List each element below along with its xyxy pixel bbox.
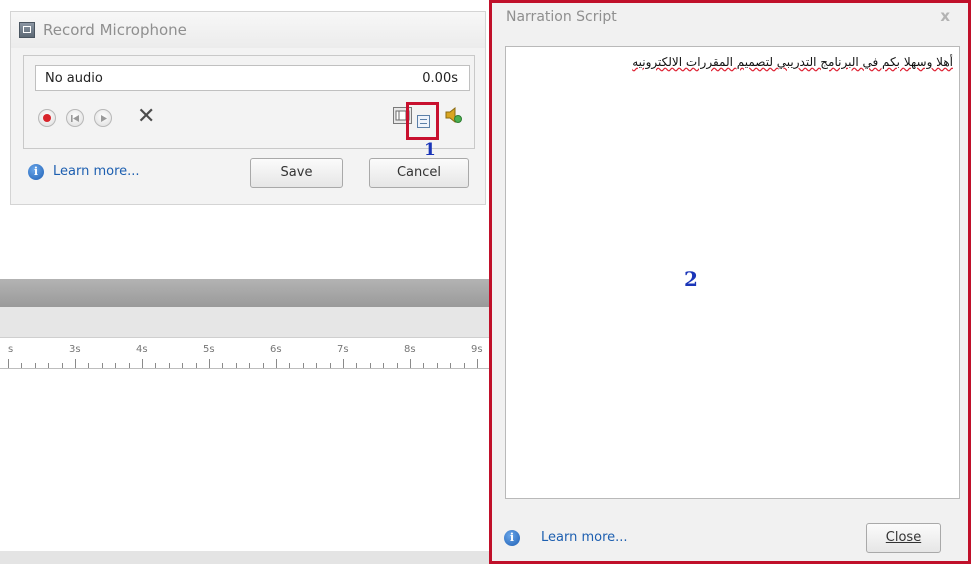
speaker-icon[interactable] — [444, 105, 462, 125]
ruler-label: 8s — [404, 344, 416, 355]
record-panel-title: Record Microphone — [43, 21, 187, 39]
ruler-tick — [168, 363, 170, 368]
horizontal-scrollbar[interactable] — [0, 551, 490, 564]
play-button[interactable] — [94, 109, 112, 127]
callout-number-2: 2 — [684, 267, 698, 291]
record-icon — [43, 114, 51, 122]
record-title-bar: Record Microphone — [11, 12, 485, 48]
callout-number-1: 1 — [424, 140, 436, 160]
narration-script-text: أهلا وسهلا بكم في البرنامج التدريبي لتصم… — [632, 55, 953, 69]
ruler-tick — [343, 359, 344, 368]
close-button[interactable]: Close — [866, 523, 941, 553]
ruler-tick — [410, 359, 411, 368]
narration-script-panel: Narration Script x أهلا وسهلا بكم في الب… — [489, 0, 971, 564]
ruler-label: 6s — [270, 344, 282, 355]
narration-script-button-highlight[interactable] — [406, 102, 439, 140]
record-controls-area: No audio 0.00s ✕ 1 — [23, 55, 475, 160]
ruler-tick — [276, 359, 277, 368]
narration-script-textarea[interactable]: أهلا وسهلا بكم في البرنامج التدريبي لتصم… — [505, 46, 960, 499]
save-button[interactable]: Save — [250, 158, 343, 188]
learn-more-link[interactable]: Learn more... — [53, 164, 140, 179]
ruler-tick — [142, 359, 143, 368]
info-icon: i — [504, 530, 520, 546]
ruler-tick — [316, 363, 318, 368]
play-icon — [101, 115, 107, 122]
timeline-header-band — [0, 279, 490, 307]
audio-status-text: No audio — [45, 71, 103, 86]
ruler-label: s — [8, 344, 14, 355]
ruler-tick — [155, 363, 157, 368]
ruler-tick — [436, 363, 438, 368]
info-icon: i — [28, 164, 44, 180]
learn-more-link[interactable]: Learn more... — [541, 530, 628, 545]
ruler-tick — [289, 363, 291, 368]
ruler-tick — [21, 363, 23, 368]
narration-script-icon — [417, 115, 430, 128]
audio-status-field: No audio 0.00s — [35, 65, 470, 91]
audio-duration: 0.00s — [422, 71, 458, 86]
ruler-tick — [396, 363, 398, 368]
narration-panel-title: Narration Script — [506, 9, 617, 25]
ruler-label: 3s — [69, 344, 81, 355]
ruler-tick — [222, 363, 224, 368]
delete-audio-button[interactable]: ✕ — [137, 106, 155, 128]
record-button[interactable] — [38, 109, 56, 127]
rewind-icon — [71, 115, 79, 122]
ruler-tick — [75, 359, 76, 368]
ruler-tick — [329, 363, 331, 368]
rewind-button[interactable] — [66, 109, 84, 127]
ruler-tick — [8, 359, 9, 368]
timeline-track — [0, 307, 490, 338]
ruler-tick — [356, 363, 358, 368]
ruler-tick — [34, 363, 36, 368]
ruler-tick — [182, 363, 184, 368]
ruler-tick — [450, 363, 452, 368]
ruler-tick — [48, 363, 50, 368]
ruler-tick — [477, 359, 478, 368]
ruler-label: 5s — [203, 344, 215, 355]
close-icon[interactable]: x — [940, 7, 950, 25]
ruler-baseline — [0, 368, 490, 369]
ruler-label: 7s — [337, 344, 349, 355]
timeline-ruler[interactable]: s 3s 4s 5s 6s 7s 8s 9s — [0, 338, 490, 374]
microphone-app-icon — [19, 22, 35, 38]
ruler-tick — [369, 363, 371, 368]
ruler-tick — [302, 363, 304, 368]
ruler-tick — [88, 363, 90, 368]
ruler-tick — [235, 363, 237, 368]
ruler-tick — [463, 363, 465, 368]
ruler-tick — [61, 363, 63, 368]
ruler-tick — [101, 363, 103, 368]
ruler-tick — [383, 363, 385, 368]
ruler-tick — [128, 363, 130, 368]
ruler-label: 4s — [136, 344, 148, 355]
ruler-tick — [195, 363, 197, 368]
record-microphone-panel: Record Microphone No audio 0.00s ✕ 1 i L… — [10, 11, 486, 205]
ruler-label: 9s — [471, 344, 483, 355]
ruler-tick — [423, 363, 425, 368]
ruler-tick — [209, 359, 210, 368]
ruler-tick — [115, 363, 117, 368]
ruler-tick — [262, 363, 264, 368]
ruler-tick — [249, 363, 251, 368]
cancel-button[interactable]: Cancel — [369, 158, 469, 188]
